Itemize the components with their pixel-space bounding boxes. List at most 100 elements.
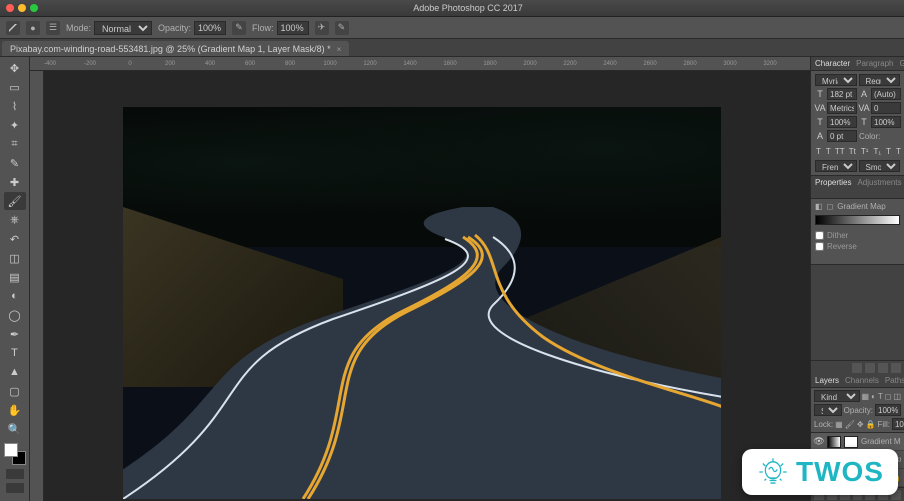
leading-input[interactable]	[871, 88, 901, 100]
pen-tool[interactable]: ✒	[4, 325, 26, 343]
layer-opacity-input[interactable]	[875, 404, 901, 416]
adjustment-icon: ◧	[815, 202, 823, 211]
clip-icon[interactable]	[852, 363, 862, 373]
history-brush-tool[interactable]: ↶	[4, 230, 26, 248]
visibility-icon[interactable]: 👁	[814, 437, 824, 447]
color-swatches[interactable]	[4, 443, 26, 465]
tab-glyphs[interactable]: Glyphs	[899, 59, 904, 68]
lasso-tool[interactable]: ⌇	[4, 97, 26, 115]
tab-paragraph[interactable]: Paragraph	[856, 59, 893, 68]
main: ✥ ▭ ⌇ ✦ ⌗ ✎ ✚ 🖌 ⎈ ↶ ◫ ▤ ◐ ◯ ✒ T ▲ ▢ ✋ 🔍	[0, 57, 904, 501]
font-family-select[interactable]: Myriad Pro	[815, 74, 857, 86]
dither-checkbox[interactable]	[815, 231, 824, 240]
pressure-opacity-icon[interactable]: ✎	[232, 21, 246, 35]
filter-type-icon[interactable]: T	[878, 392, 883, 401]
underline-icon[interactable]: T	[885, 146, 892, 156]
tab-paths[interactable]: Paths	[885, 376, 904, 385]
document-canvas[interactable]	[123, 107, 721, 499]
maximize-button[interactable]	[30, 4, 38, 12]
eraser-tool[interactable]: ◫	[4, 249, 26, 267]
doc-tabbar: Pixabay.com-winding-road-553481.jpg @ 25…	[0, 39, 904, 57]
healing-tool[interactable]: ✚	[4, 173, 26, 191]
filter-smart-icon[interactable]: ◫	[893, 392, 901, 401]
hscale-input[interactable]	[871, 116, 901, 128]
blur-tool[interactable]: ◐	[4, 287, 26, 305]
close-tab-icon[interactable]: ×	[337, 45, 342, 54]
close-button[interactable]	[6, 4, 14, 12]
kerning-input[interactable]	[871, 102, 901, 114]
smallcaps-icon[interactable]: Tt	[848, 146, 857, 156]
tool-preset-icon[interactable]	[6, 21, 20, 35]
flow-input[interactable]	[277, 21, 309, 35]
ruler-horizontal[interactable]: -400 -200 0 200 400 600 800 1000 1200 14…	[30, 57, 810, 71]
layer-filter-select[interactable]: Kind	[814, 390, 860, 402]
type-tool[interactable]: T	[4, 344, 26, 362]
tracking-input[interactable]	[827, 102, 857, 114]
font-style-select[interactable]: Regular	[859, 74, 901, 86]
move-tool[interactable]: ✥	[4, 59, 26, 77]
vscale-input[interactable]	[827, 116, 857, 128]
faux-bold-icon[interactable]: T	[815, 146, 822, 156]
gradient-picker[interactable]	[815, 215, 900, 225]
shape-tool[interactable]: ▢	[4, 382, 26, 400]
subscript-icon[interactable]: T₁	[872, 146, 882, 156]
reset-icon[interactable]	[878, 363, 888, 373]
properties-panel-tabs: Properties Adjustments Layer Co Styles	[811, 176, 904, 199]
strike-icon[interactable]: T	[895, 146, 902, 156]
language-select[interactable]: French: Canadian	[815, 160, 857, 172]
tracking-icon: VA	[815, 103, 825, 113]
lock-all-icon[interactable]: 🔒	[866, 420, 876, 429]
tab-layers[interactable]: Layers	[815, 376, 839, 385]
baseline-input[interactable]	[827, 130, 857, 142]
reverse-checkbox[interactable]	[815, 242, 824, 251]
tab-character[interactable]: Character	[815, 59, 850, 68]
quickmask-toggle[interactable]	[6, 469, 24, 479]
layer-fill-input[interactable]	[892, 418, 904, 430]
layer-mask-thumb[interactable]	[844, 436, 858, 448]
allcaps-icon[interactable]: TT	[835, 146, 845, 156]
hand-tool[interactable]: ✋	[4, 401, 26, 419]
brush-tool[interactable]: 🖌	[4, 192, 26, 210]
minimize-button[interactable]	[18, 4, 26, 12]
toolbox: ✥ ▭ ⌇ ✦ ⌗ ✎ ✚ 🖌 ⎈ ↶ ◫ ▤ ◐ ◯ ✒ T ▲ ▢ ✋ 🔍	[0, 57, 30, 501]
eyedropper-tool[interactable]: ✎	[4, 154, 26, 172]
blend-mode-select[interactable]: Normal	[94, 21, 152, 35]
layer-thumb[interactable]	[827, 436, 841, 448]
superscript-icon[interactable]: T¹	[860, 146, 870, 156]
filter-shape-icon[interactable]: ◻	[885, 392, 892, 401]
filter-adjust-icon[interactable]: ◐	[871, 392, 876, 401]
tab-adjustments[interactable]: Adjustments	[857, 178, 901, 196]
lock-pos-icon[interactable]: ✥	[857, 420, 864, 429]
lock-trans-icon[interactable]: ▦	[835, 420, 843, 429]
filter-pixel-icon[interactable]: ▦	[862, 392, 870, 401]
tab-channels[interactable]: Channels	[845, 376, 879, 385]
ruler-vertical[interactable]	[30, 71, 44, 501]
layer-blend-select[interactable]: Soft Light	[814, 404, 842, 416]
faux-italic-icon[interactable]: T	[825, 146, 832, 156]
brush-preset-icon[interactable]: ●	[26, 21, 40, 35]
font-size-input[interactable]	[827, 88, 857, 100]
foreground-swatch[interactable]	[4, 443, 18, 457]
antialias-select[interactable]: Smooth	[859, 160, 901, 172]
opacity-input[interactable]	[194, 21, 226, 35]
layer-name[interactable]: Gradient Map 1	[861, 437, 901, 446]
lock-pixels-icon[interactable]: 🖌	[845, 420, 855, 429]
prev-icon[interactable]	[865, 363, 875, 373]
airbrush-icon[interactable]: ✈	[315, 21, 329, 35]
delete-icon[interactable]	[891, 363, 901, 373]
zoom-tool[interactable]: 🔍	[4, 420, 26, 438]
stamp-tool[interactable]: ⎈	[4, 211, 26, 229]
marquee-tool[interactable]: ▭	[4, 78, 26, 96]
screenmode-toggle[interactable]	[6, 483, 24, 493]
dither-check[interactable]: Dither	[815, 231, 900, 240]
reverse-check[interactable]: Reverse	[815, 242, 900, 251]
crop-tool[interactable]: ⌗	[4, 135, 26, 153]
pressure-size-icon[interactable]: ✎	[335, 21, 349, 35]
path-select-tool[interactable]: ▲	[4, 363, 26, 381]
brush-panel-icon[interactable]: ☰	[46, 21, 60, 35]
dodge-tool[interactable]: ◯	[4, 306, 26, 324]
magic-wand-tool[interactable]: ✦	[4, 116, 26, 134]
tab-properties[interactable]: Properties	[815, 178, 851, 196]
doc-tab[interactable]: Pixabay.com-winding-road-553481.jpg @ 25…	[2, 41, 349, 56]
gradient-tool[interactable]: ▤	[4, 268, 26, 286]
